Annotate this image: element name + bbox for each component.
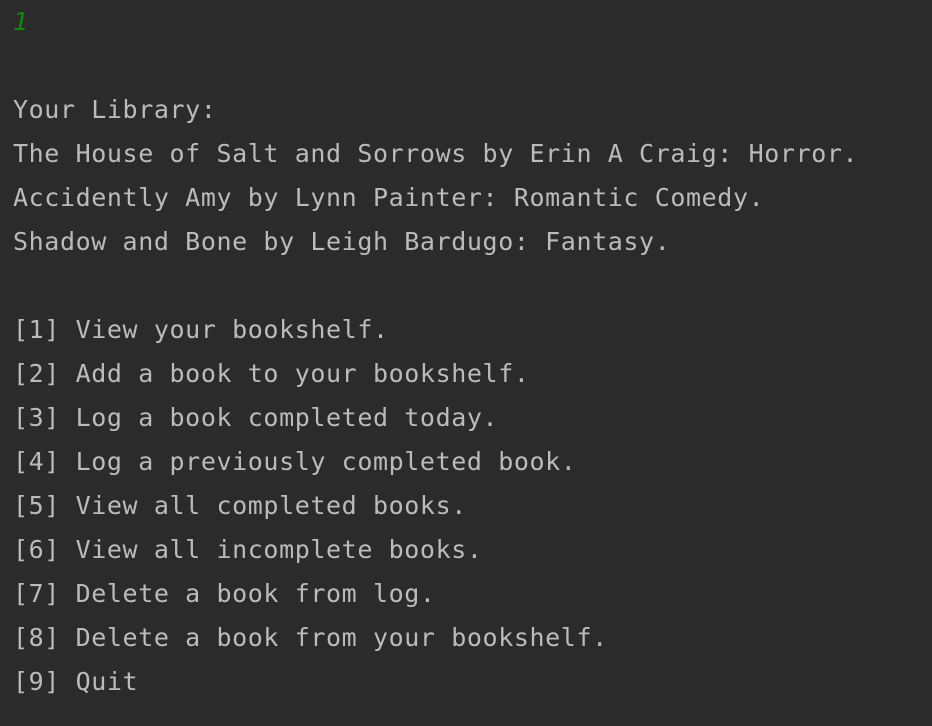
menu-option-7: [7] Delete a book from log. [13,579,436,608]
menu-option-9: [9] Quit [13,667,139,696]
console-output[interactable]: 1 Your Library: The House of Salt and So… [0,0,932,726]
library-entry: The House of Salt and Sorrows by Erin A … [13,139,859,168]
menu-option-5: [5] View all completed books. [13,491,467,520]
user-input-echo: 1 [13,7,29,36]
menu-option-6: [6] View all incomplete books. [13,535,483,564]
menu-option-4: [4] Log a previously completed book. [13,447,577,476]
menu-option-8: [8] Delete a book from your bookshelf. [13,623,608,652]
library-entry: Accidently Amy by Lynn Painter: Romantic… [13,183,765,212]
menu-option-3: [3] Log a book completed today. [13,403,499,432]
library-entry: Shadow and Bone by Leigh Bardugo: Fantas… [13,227,671,256]
menu-option-2: [2] Add a book to your bookshelf. [13,359,530,388]
library-heading: Your Library: [13,95,217,124]
menu-option-1: [1] View your bookshelf. [13,315,389,344]
